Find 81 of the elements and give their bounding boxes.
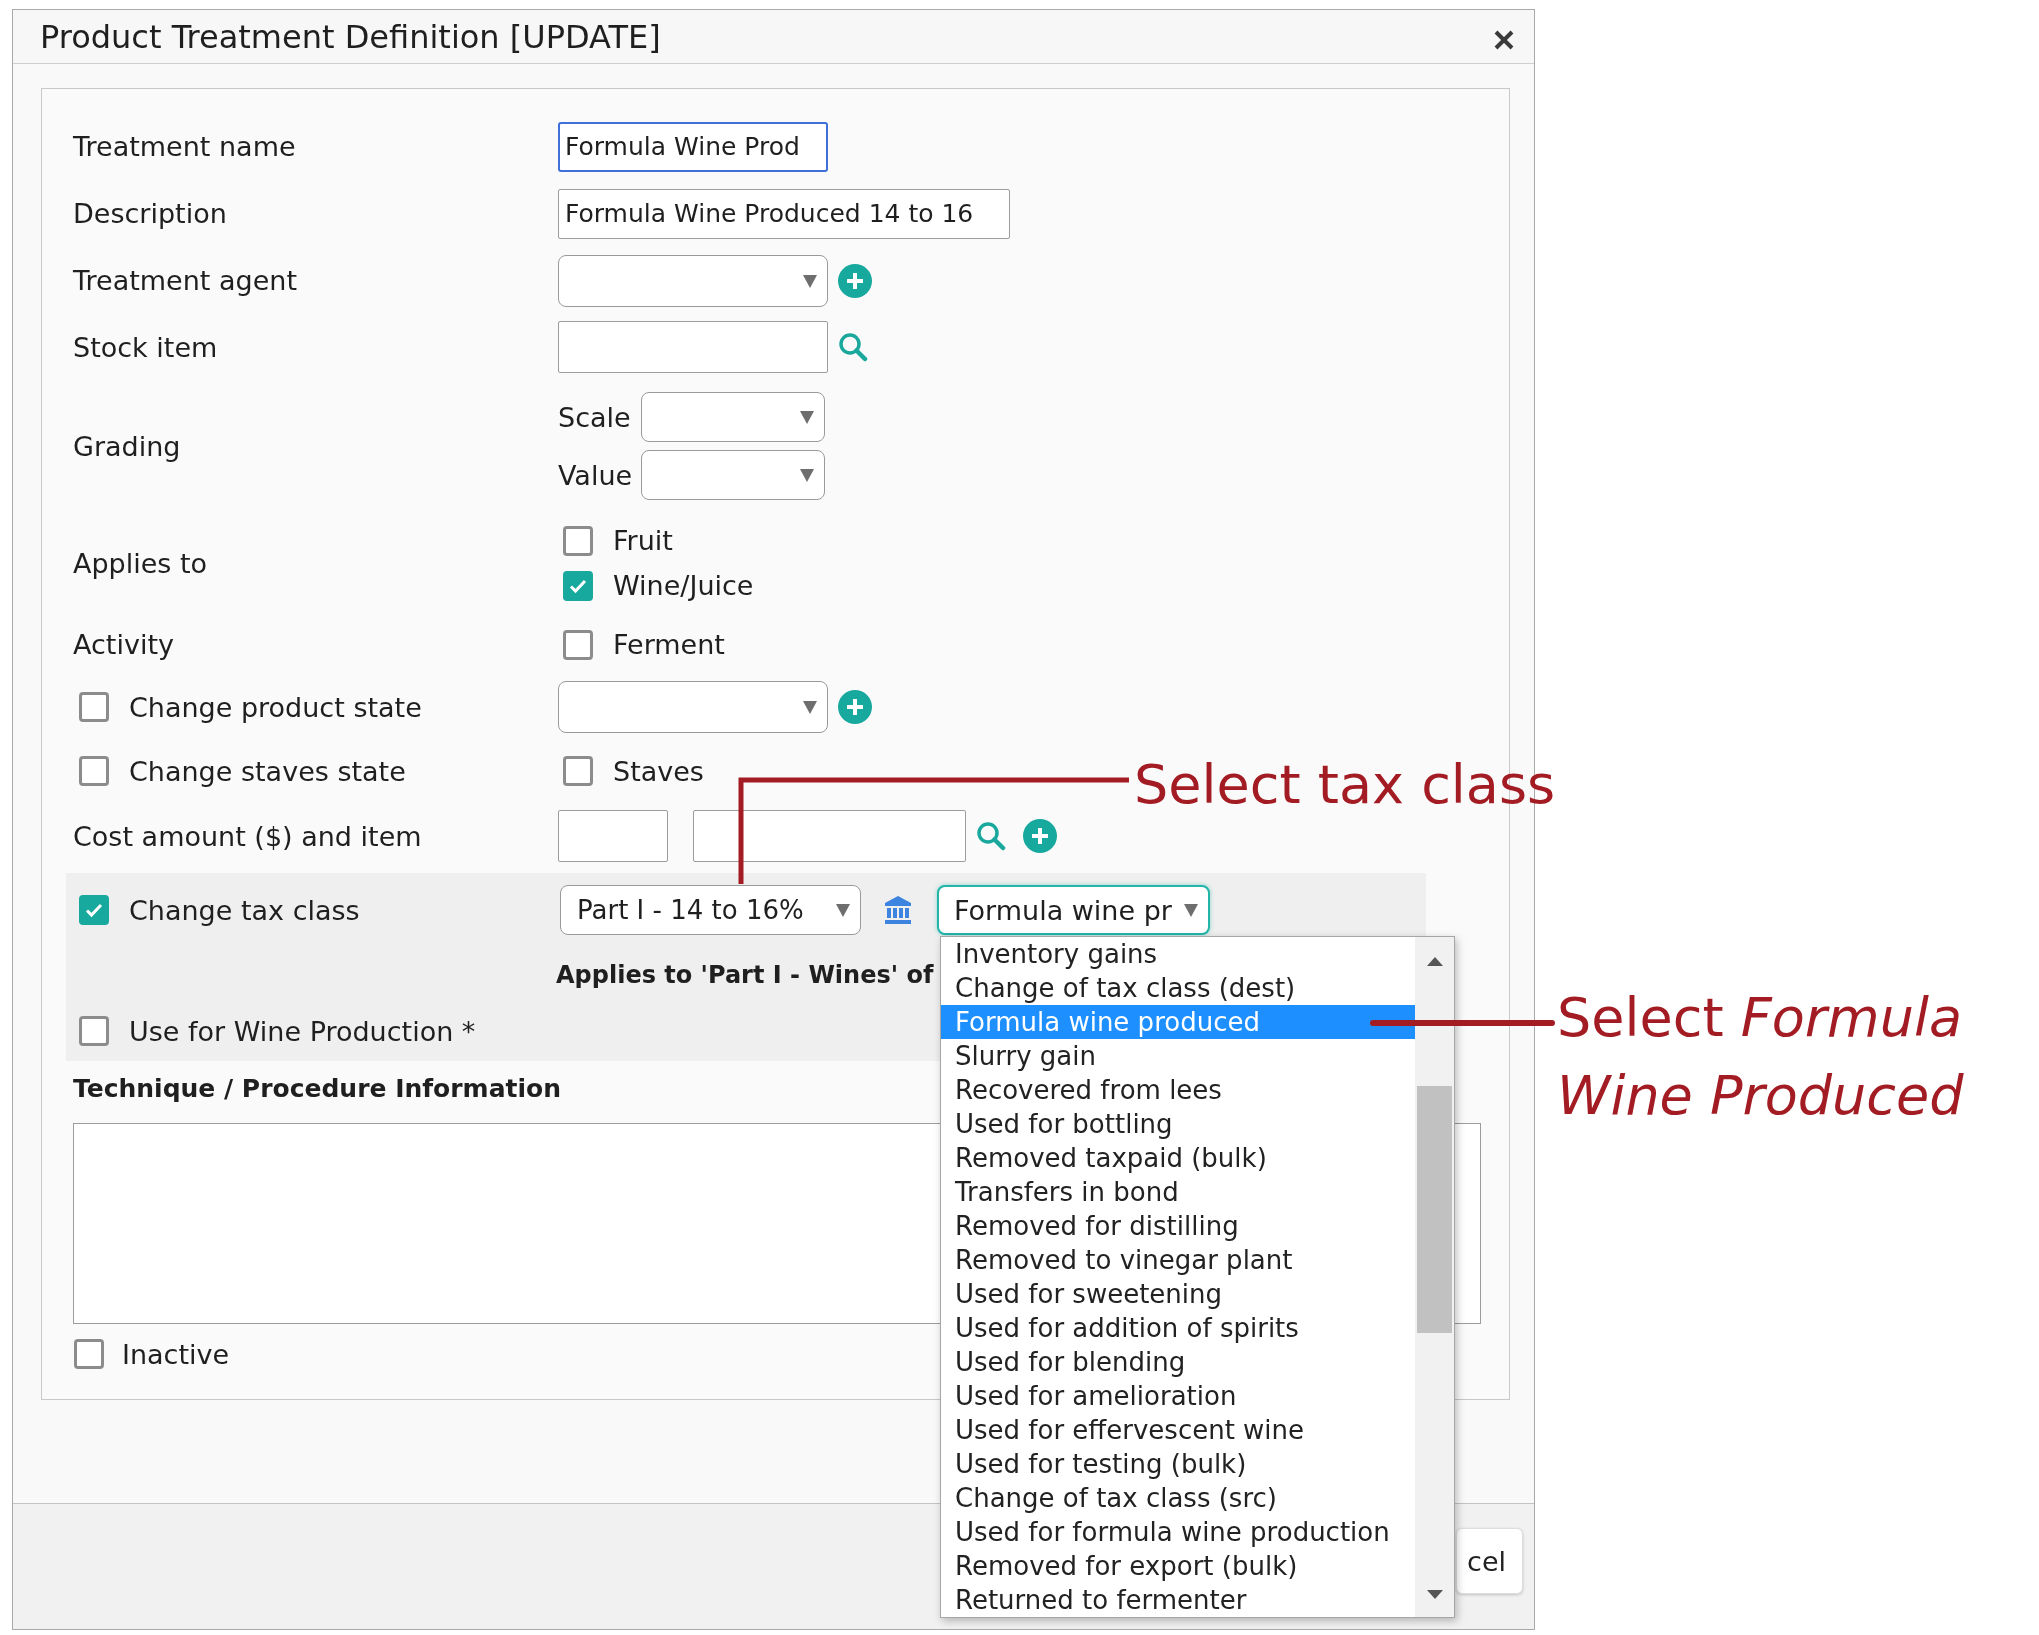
dropdown-select[interactable] (558, 681, 828, 733)
checkbox[interactable] (74, 1339, 104, 1369)
bank-building-icon[interactable] (884, 895, 912, 925)
note-text: Applies to 'Part I - Wines' of (556, 961, 934, 989)
dropdown-select[interactable] (558, 254, 828, 307)
dropdown-option[interactable]: Removed for distilling (941, 1209, 1415, 1243)
field-label: Value (558, 459, 634, 491)
checkbox-label: Use for Wine Production * (129, 1015, 476, 1047)
field-label: Grading (73, 430, 182, 462)
checkbox[interactable] (563, 756, 593, 786)
caret-icon (803, 700, 817, 714)
dropdown-select[interactable]: Formula wine pr (937, 885, 1210, 935)
field-label: Treatment name (73, 131, 297, 162)
dropdown-option[interactable]: Removed for export (bulk) (941, 1549, 1415, 1583)
dropdown-option[interactable]: Used for amelioration (941, 1379, 1415, 1413)
scroll-up-icon[interactable] (1426, 957, 1443, 966)
dropdown-option[interactable]: Removed taxpaid (bulk) (941, 1141, 1415, 1175)
checkbox-label: Change product state (129, 691, 422, 723)
checkbox-label: Wine/Juice (613, 570, 754, 601)
dropdown-option[interactable]: Used for sweetening (941, 1277, 1415, 1311)
text-input[interactable] (558, 321, 828, 373)
dropdown-option[interactable]: Inventory gains (941, 937, 1415, 971)
text-input[interactable] (693, 810, 966, 862)
checkbox-label: Fruit (613, 525, 673, 556)
search-icon[interactable] (838, 332, 868, 362)
close-icon (1493, 28, 1515, 51)
caret-icon (803, 273, 817, 288)
dropdown-option[interactable]: Used for blending (941, 1345, 1415, 1379)
caret-icon (800, 468, 814, 482)
dropdown-option[interactable]: Slurry gain (941, 1039, 1415, 1073)
field-label: Stock item (73, 331, 219, 363)
dropdown-option[interactable]: Change of tax class (src) (941, 1481, 1415, 1515)
checkbox[interactable] (563, 570, 593, 601)
dropdown-option[interactable]: Removed to vinegar plant (941, 1243, 1415, 1277)
dropdown-option[interactable]: Used for bottling (941, 1107, 1415, 1141)
field-label: Scale (558, 401, 632, 433)
caret-icon (800, 410, 814, 424)
checkbox[interactable] (79, 1016, 109, 1046)
text-input[interactable]: Formula Wine Produced 14 to 16 (558, 188, 1010, 239)
footer-button[interactable]: cel (1456, 1528, 1523, 1594)
caret-icon (1184, 903, 1198, 917)
dropdown-select[interactable] (641, 450, 825, 500)
checkbox-label: Change staves state (129, 755, 406, 787)
field-label: Cost amount ($) and item (73, 820, 423, 852)
dropdown-option[interactable]: Change of tax class (dest) (941, 971, 1415, 1005)
scrollbar-thumb[interactable] (1417, 1086, 1452, 1333)
scroll-down-icon[interactable] (1426, 1590, 1443, 1599)
dropdown-option[interactable]: Used for addition of spirits (941, 1311, 1415, 1345)
checkbox[interactable] (79, 895, 109, 925)
dropdown-option[interactable]: Used for formula wine production (941, 1515, 1415, 1549)
text-input[interactable] (558, 810, 668, 862)
dropdown-option[interactable]: Transfers in bond (941, 1175, 1415, 1209)
checkbox-label: Inactive (122, 1338, 230, 1370)
text-input[interactable]: Formula Wine Prod (558, 121, 828, 172)
dropdown-option[interactable]: Used for effervescent wine (941, 1413, 1415, 1447)
plus-circle-icon[interactable] (838, 690, 872, 724)
dropdown-select[interactable] (641, 392, 825, 442)
checkbox-label: Change tax class (129, 894, 360, 926)
field-label: Applies to (73, 547, 209, 579)
dropdown-option[interactable]: Recovered from lees (941, 1073, 1415, 1107)
checkbox-label: Staves (613, 755, 704, 787)
checkbox[interactable] (79, 692, 109, 722)
dialog-title: Product Treatment Definition [UPDATE] (40, 17, 661, 56)
field-label: Treatment agent (73, 265, 298, 296)
plus-circle-icon[interactable] (838, 263, 872, 298)
field-label: Activity (73, 629, 175, 660)
annotation-text: Select tax class (1134, 752, 1556, 817)
dropdown-select[interactable]: Part I - 14 to 16% (560, 885, 861, 935)
checkbox[interactable] (79, 756, 109, 786)
plus-circle-icon[interactable] (1023, 819, 1057, 853)
checkbox-label: Ferment (613, 629, 725, 660)
checkbox[interactable] (563, 525, 593, 556)
checkbox[interactable] (563, 629, 593, 660)
field-label: Description (73, 198, 228, 229)
search-icon[interactable] (976, 821, 1006, 851)
dropdown-option[interactable]: Used for testing (bulk) (941, 1447, 1415, 1481)
scrollbar[interactable] (1415, 937, 1454, 1617)
dropdown-option[interactable]: Returned to fermenter (941, 1583, 1415, 1617)
section-heading: Technique / Procedure Information (73, 1072, 562, 1105)
caret-icon (836, 903, 850, 917)
annotation-text: Select Formula Wine Produced (1557, 985, 1965, 1129)
